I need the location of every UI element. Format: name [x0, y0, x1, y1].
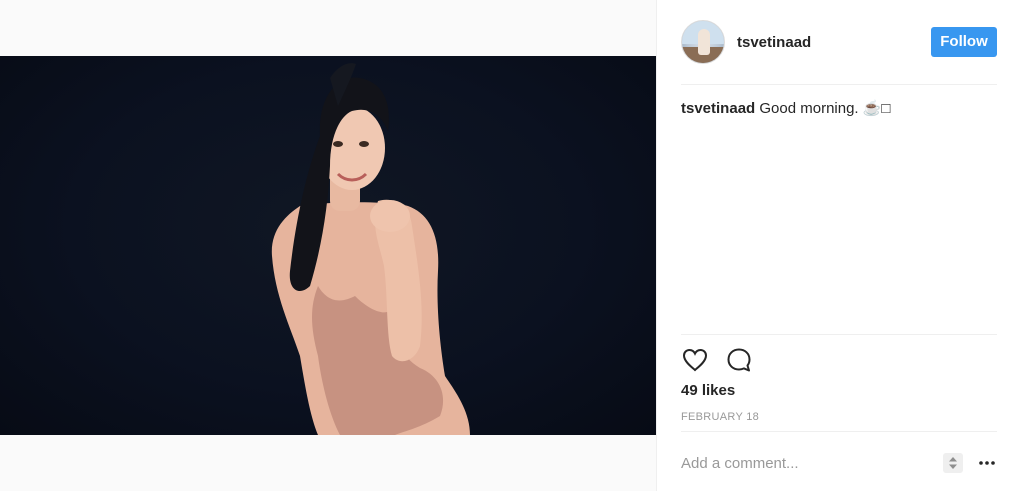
comment-box [681, 447, 997, 479]
header-divider [681, 84, 997, 85]
comment-bubble-icon [727, 348, 751, 372]
follow-button[interactable]: Follow [931, 27, 997, 57]
comment-divider [681, 431, 997, 432]
more-options-button[interactable] [977, 453, 997, 473]
post-actions [681, 346, 769, 374]
post-date: FEBRUARY 18 [681, 411, 760, 423]
post-caption: tsvetinaad Good morning. ☕□ [681, 100, 997, 118]
heart-icon [682, 348, 708, 372]
photo-image [271, 63, 470, 435]
sort-button[interactable] [943, 453, 963, 473]
like-button[interactable] [681, 346, 709, 374]
ellipsis-icon [979, 461, 995, 465]
likes-count[interactable]: 49 likes [681, 382, 735, 399]
caption-username[interactable]: tsvetinaad [681, 100, 755, 117]
comment-button[interactable] [725, 346, 753, 374]
post-photo[interactable] [0, 56, 656, 435]
up-down-arrows-icon [949, 457, 957, 469]
actions-divider [681, 334, 997, 335]
post-username[interactable]: tsvetinaad [737, 34, 931, 51]
post-media-area [0, 0, 656, 491]
caption-text: Good morning. ☕□ [755, 100, 891, 117]
comment-input[interactable] [681, 449, 943, 477]
post-header: tsvetinaad Follow [681, 18, 997, 66]
avatar[interactable] [681, 20, 725, 64]
post-details-panel: tsvetinaad Follow tsvetinaad Good mornin… [656, 0, 1023, 491]
